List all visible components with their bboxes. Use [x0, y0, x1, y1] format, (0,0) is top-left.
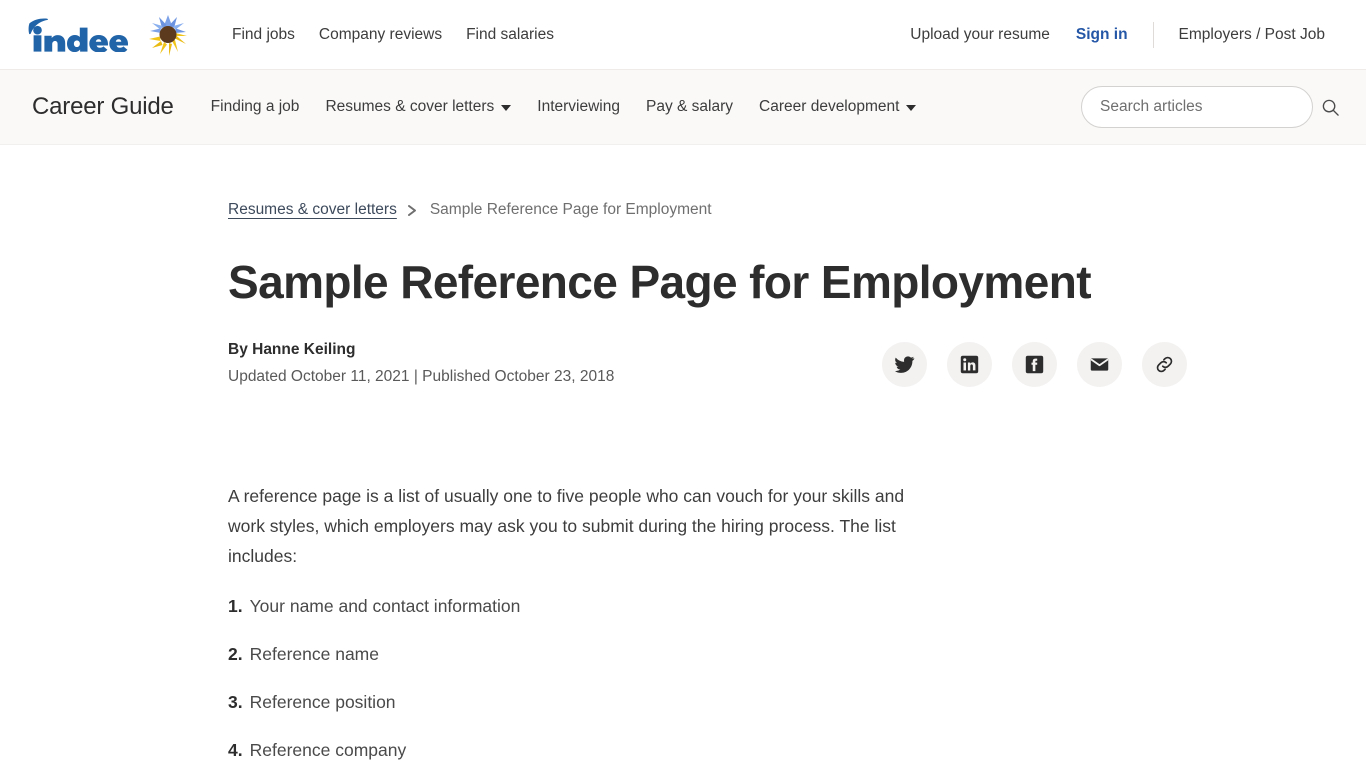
article-author: By Hanne Keiling	[228, 340, 356, 358]
share-facebook-button[interactable]	[1012, 341, 1058, 387]
chevron-down-icon	[906, 105, 917, 111]
career-guide-title[interactable]: Career Guide	[32, 93, 174, 121]
search-icon	[1322, 99, 1339, 116]
breadcrumb: Resumes & cover letters Sample Reference…	[228, 145, 1366, 219]
intro-paragraph: A reference page is a list of usually on…	[228, 485, 905, 566]
share-linkedin-button[interactable]	[947, 341, 993, 387]
search-input[interactable]	[1081, 86, 1313, 128]
guide-nav-label: Resumes & cover letters	[325, 98, 495, 115]
breadcrumb-parent-link[interactable]: Resumes & cover letters	[228, 201, 397, 219]
guide-nav-label: Interviewing	[537, 98, 620, 115]
list-item-text: Reference company	[249, 740, 407, 761]
nav-company-reviews[interactable]: Company reviews	[307, 20, 454, 50]
link-icon	[1157, 356, 1173, 372]
sunflower-icon	[149, 14, 187, 56]
breadcrumb-current: Sample Reference Page for Employment	[429, 201, 712, 218]
employers-post-job-link[interactable]: Employers / Post Job	[1166, 20, 1338, 50]
reference-list: 1. Your name and contact information 2. …	[228, 593, 1366, 764]
career-guide-bar: Career Guide Finding a job Resumes & cov…	[0, 70, 1366, 145]
twitter-icon	[895, 356, 915, 373]
search-submit-button[interactable]	[1319, 96, 1342, 119]
guide-nav-label: Career development	[759, 98, 900, 115]
email-icon	[1091, 357, 1109, 371]
byline-and-share: By Hanne Keiling Updated October 11, 202…	[228, 338, 1366, 389]
page-title: Sample Reference Page for Employment	[228, 256, 1092, 308]
sign-in-link[interactable]: Sign in	[1063, 20, 1141, 50]
facebook-icon	[1026, 355, 1044, 373]
guide-nav-label: Finding a job	[210, 98, 300, 115]
list-item: 1. Your name and contact information	[228, 593, 1366, 619]
article-main: Resumes & cover letters Sample Reference…	[0, 145, 1366, 764]
share-link-button[interactable]	[1142, 341, 1188, 387]
career-guide-nav: Finding a job Resumes & cover letters In…	[198, 90, 930, 124]
list-item-number: 3.	[228, 692, 243, 713]
upload-resume-link[interactable]: Upload your resume	[897, 20, 1063, 50]
linkedin-icon	[961, 355, 979, 373]
guide-nav-label: Pay & salary	[646, 98, 734, 115]
share-email-button[interactable]	[1077, 341, 1123, 387]
list-item: 2. Reference name	[228, 641, 1366, 667]
sunflower-logo-link[interactable]	[136, 11, 192, 59]
share-twitter-button[interactable]	[882, 341, 928, 387]
article-dates: Updated October 11, 2021 | Published Oct…	[228, 367, 615, 385]
site-header: Find jobs Company reviews Find salaries …	[0, 0, 1366, 70]
list-item-number: 2.	[228, 643, 243, 664]
nav-find-jobs[interactable]: Find jobs	[220, 20, 307, 50]
guide-nav-finding-a-job[interactable]: Finding a job	[198, 90, 313, 124]
guide-nav-resumes-cover-letters[interactable]: Resumes & cover letters	[312, 90, 524, 124]
indeed-wordmark-icon	[28, 17, 128, 52]
list-item-number: 4.	[228, 740, 243, 761]
guide-nav-interviewing[interactable]: Interviewing	[524, 90, 633, 124]
list-item-text: Your name and contact information	[249, 595, 521, 616]
indeed-logo-link[interactable]	[26, 17, 136, 52]
chevron-down-icon	[501, 105, 512, 111]
list-item: 4. Reference company	[228, 737, 1366, 763]
nav-find-salaries[interactable]: Find salaries	[454, 20, 566, 50]
byline: By Hanne Keiling Updated October 11, 202…	[228, 338, 614, 389]
brand-group[interactable]	[26, 11, 192, 59]
list-item: 3. Reference position	[228, 689, 1366, 715]
header-account-actions: Upload your resume Sign in Employers / P…	[897, 20, 1338, 50]
header-divider	[1152, 21, 1154, 48]
chevron-right-icon	[407, 204, 418, 217]
list-item-text: Reference name	[249, 643, 379, 664]
guide-nav-pay-salary[interactable]: Pay & salary	[633, 90, 746, 124]
primary-nav: Find jobs Company reviews Find salaries	[220, 20, 566, 50]
list-item-number: 1.	[228, 595, 243, 616]
article-search	[1081, 86, 1342, 128]
guide-nav-career-development[interactable]: Career development	[746, 90, 929, 124]
list-item-text: Reference position	[249, 692, 396, 713]
share-buttons	[882, 341, 1188, 387]
